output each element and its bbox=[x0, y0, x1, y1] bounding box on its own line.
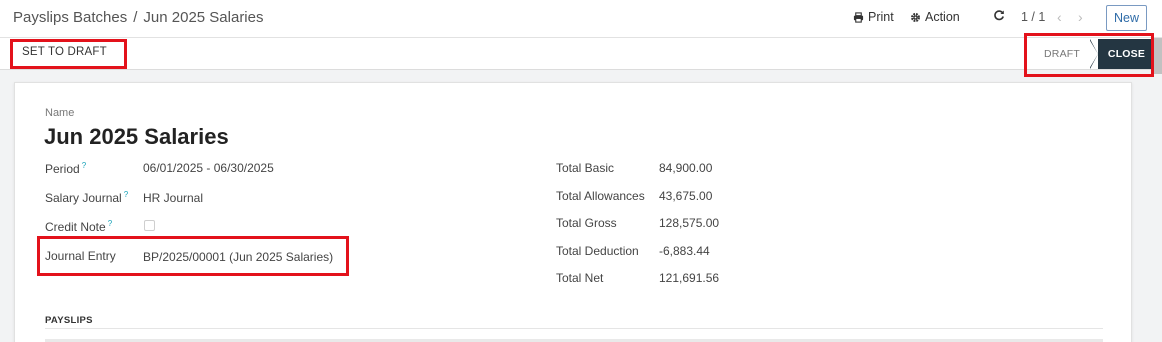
gear-icon bbox=[911, 12, 920, 22]
pager-previous-icon[interactable]: ‹ bbox=[1057, 9, 1062, 25]
salary-journal-label-text: Salary Journal bbox=[45, 191, 122, 205]
credit-note-help-icon[interactable]: ? bbox=[108, 219, 112, 228]
refresh-icon bbox=[994, 10, 1004, 21]
total-gross-value: 128,575.00 bbox=[659, 216, 720, 230]
highlight-journal-entry bbox=[37, 236, 349, 276]
breadcrumb-current: Jun 2025 Salaries bbox=[143, 9, 264, 26]
form-sheet: Name Jun 2025 Salaries Period? 06/01/202… bbox=[14, 82, 1132, 342]
pager-value[interactable]: 1 / 1 bbox=[1021, 10, 1045, 24]
action-label: Action bbox=[925, 10, 960, 24]
section-divider bbox=[45, 328, 1103, 329]
control-panel: Payslips Batches / Jun 2025 Salaries Print… bbox=[0, 0, 1162, 77]
total-basic-label: Total Basic bbox=[556, 161, 615, 175]
new-button[interactable]: New bbox=[1106, 5, 1147, 31]
control-panel-top: Payslips Batches / Jun 2025 Salaries Print… bbox=[0, 0, 1162, 38]
total-deduction-label: Total Deduction bbox=[556, 244, 639, 258]
print-button[interactable]: Print bbox=[853, 10, 894, 24]
print-icon bbox=[853, 11, 864, 23]
name-label: Name bbox=[45, 107, 75, 119]
highlight-status-bar bbox=[1024, 33, 1154, 77]
payslips-section-title: PAYSLIPS bbox=[45, 315, 93, 326]
salary-journal-label: Salary Journal? bbox=[45, 190, 128, 205]
total-basic-value: 84,900.00 bbox=[659, 161, 713, 175]
breadcrumb-separator: / bbox=[133, 9, 138, 26]
breadcrumb: Payslips Batches / Jun 2025 Salaries bbox=[13, 9, 264, 26]
batch-name: Jun 2025 Salaries bbox=[44, 124, 229, 149]
period-label-text: Period bbox=[45, 162, 80, 176]
period-value: 06/01/2025 - 06/30/2025 bbox=[143, 161, 274, 175]
salary-journal-value: HR Journal bbox=[143, 191, 204, 205]
total-gross-label: Total Gross bbox=[556, 216, 617, 230]
total-allowances-value: 43,675.00 bbox=[659, 189, 713, 203]
credit-note-label: Credit Note? bbox=[45, 219, 112, 234]
salary-journal-help-icon[interactable]: ? bbox=[124, 190, 128, 199]
pager-next-icon[interactable]: › bbox=[1078, 9, 1083, 25]
print-label: Print bbox=[868, 10, 894, 24]
credit-note-checkbox[interactable] bbox=[144, 220, 155, 231]
total-deduction-value: -6,883.44 bbox=[659, 244, 710, 258]
scrollbar-thumb[interactable] bbox=[1154, 38, 1162, 74]
action-bar: SET TO DRAFT bbox=[0, 38, 1162, 70]
breadcrumb-parent-link[interactable]: Payslips Batches bbox=[13, 9, 127, 26]
total-allowances-label: Total Allowances bbox=[556, 189, 645, 203]
refresh-button[interactable] bbox=[993, 9, 1009, 21]
period-help-icon[interactable]: ? bbox=[82, 161, 86, 170]
highlight-set-to-draft bbox=[10, 39, 127, 69]
period-label: Period? bbox=[45, 161, 86, 176]
action-button[interactable]: Action bbox=[910, 10, 960, 24]
credit-note-label-text: Credit Note bbox=[45, 220, 106, 234]
total-net-label: Total Net bbox=[556, 271, 604, 285]
total-net-value: 121,691.56 bbox=[659, 271, 720, 285]
